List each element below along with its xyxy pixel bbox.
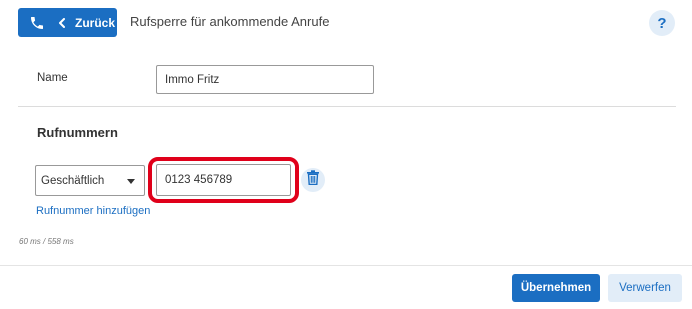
name-input[interactable] [156,65,374,94]
chevron-left-icon [57,17,67,28]
add-number-link[interactable]: Rufnummer hinzufügen [36,205,150,217]
help-button[interactable]: ? [649,10,675,36]
question-icon: ? [657,14,667,32]
footer-divider [0,265,692,266]
apply-button[interactable]: Übernehmen [512,274,600,302]
timing-info: 60 ms / 558 ms [19,237,74,246]
trash-icon [306,170,320,190]
discard-button[interactable]: Verwerfen [608,274,682,302]
page-title: Rufsperre für ankommende Anrufe [130,14,330,29]
delete-number-button[interactable] [301,168,325,192]
caret-down-icon [127,179,135,184]
section-divider [18,106,676,107]
section-title-rufnummern: Rufnummern [37,125,118,140]
back-button-label: Zurück [75,15,116,30]
phone-icon [29,15,45,31]
back-button[interactable]: Zurück [18,8,117,37]
number-type-value: Geschäftlich [41,174,105,187]
name-label: Name [37,72,68,84]
phone-number-input[interactable] [156,164,291,196]
number-type-select[interactable]: Geschäftlich [35,165,145,196]
